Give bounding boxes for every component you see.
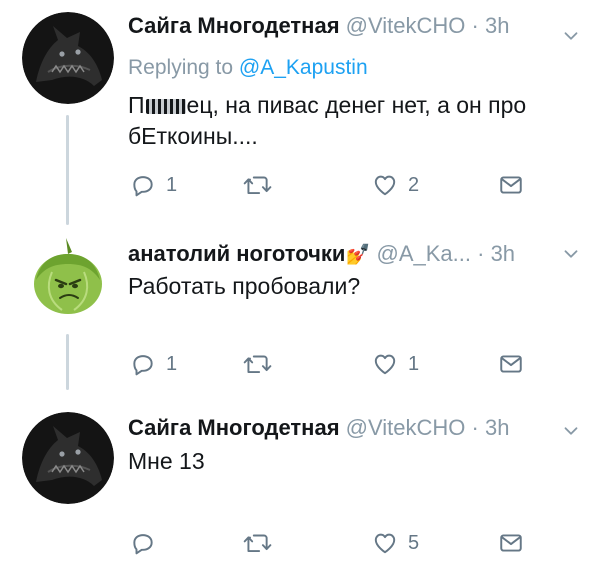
timestamp[interactable]: 3h bbox=[491, 241, 515, 266]
timestamp[interactable]: 3h bbox=[485, 13, 509, 38]
reply-count: 1 bbox=[166, 173, 178, 196]
dm-action[interactable] bbox=[498, 351, 524, 377]
author-name[interactable]: Сайга Многодетная bbox=[128, 13, 340, 38]
tweet-header: Сайга Многодетная @VitekCHO · 3h bbox=[128, 12, 509, 40]
cabbage-avatar-icon bbox=[22, 232, 114, 324]
dm-icon bbox=[498, 351, 524, 377]
censored-word bbox=[145, 99, 186, 114]
chevron-down-icon[interactable] bbox=[560, 25, 582, 47]
dm-icon bbox=[498, 172, 524, 198]
tweet-text-line2: бЕткоины.... bbox=[128, 123, 258, 149]
heart-icon bbox=[372, 172, 398, 198]
retweet-icon bbox=[242, 530, 272, 556]
reply-action[interactable]: 1 bbox=[130, 172, 177, 198]
reply-icon bbox=[130, 530, 156, 556]
thread-line bbox=[66, 115, 69, 225]
tweet-text: Пец, на пивас денег нет, а он про бЕткои… bbox=[128, 90, 588, 152]
avatar[interactable] bbox=[22, 12, 114, 104]
separator: · bbox=[471, 13, 479, 38]
like-count: 5 bbox=[408, 531, 420, 554]
tweet-text-rest: ец, на пивас денег нет, а он про bbox=[186, 92, 527, 118]
like-count: 2 bbox=[408, 173, 420, 196]
dm-icon bbox=[498, 530, 524, 556]
author-handle[interactable]: @VitekCHO bbox=[346, 13, 466, 38]
author-handle[interactable]: @A_Ka... bbox=[376, 241, 471, 266]
tweet-header: Сайга Многодетная @VitekCHO · 3h bbox=[128, 414, 509, 442]
nail-polish-emoji: 💅 bbox=[345, 244, 371, 266]
reply-icon bbox=[130, 351, 156, 377]
avatar[interactable] bbox=[22, 232, 114, 324]
like-action[interactable]: 5 bbox=[372, 530, 419, 556]
like-count: 1 bbox=[408, 352, 420, 375]
avatar[interactable] bbox=[22, 412, 114, 504]
tweet-text: Работать пробовали? bbox=[128, 273, 361, 299]
retweet-icon bbox=[242, 172, 272, 198]
reply-action[interactable] bbox=[130, 530, 166, 556]
reply-icon bbox=[130, 172, 156, 198]
reply-count: 1 bbox=[166, 352, 178, 375]
heart-icon bbox=[372, 351, 398, 377]
replying-to: Replying to @A_Kapustin bbox=[128, 56, 368, 80]
author-handle[interactable]: @VitekCHO bbox=[346, 415, 466, 440]
retweet-icon bbox=[242, 351, 272, 377]
replying-to-mention[interactable]: @A_Kapustin bbox=[239, 56, 368, 79]
retweet-action[interactable] bbox=[242, 530, 282, 556]
thread-line bbox=[66, 334, 69, 390]
separator: · bbox=[477, 241, 485, 266]
timestamp[interactable]: 3h bbox=[485, 415, 509, 440]
like-action[interactable]: 1 bbox=[372, 351, 419, 377]
dm-action[interactable] bbox=[498, 172, 524, 198]
like-action[interactable]: 2 bbox=[372, 172, 419, 198]
replying-to-label: Replying to bbox=[128, 56, 234, 79]
tweet-text-start: П bbox=[128, 92, 145, 118]
wolf-avatar-icon bbox=[22, 412, 114, 504]
tweet-header: анатолий ноготочки💅 @A_Ka... · 3h bbox=[128, 240, 515, 269]
heart-icon bbox=[372, 530, 398, 556]
dm-action[interactable] bbox=[498, 530, 524, 556]
retweet-action[interactable] bbox=[242, 172, 282, 198]
reply-action[interactable]: 1 bbox=[130, 351, 177, 377]
tweet-text: Мне 13 bbox=[128, 448, 205, 474]
author-name[interactable]: анатолий ноготочки bbox=[128, 241, 345, 266]
wolf-avatar-icon bbox=[22, 12, 114, 104]
chevron-down-icon[interactable] bbox=[560, 243, 582, 265]
author-name[interactable]: Сайга Многодетная bbox=[128, 415, 340, 440]
separator: · bbox=[471, 415, 479, 440]
retweet-action[interactable] bbox=[242, 351, 282, 377]
chevron-down-icon[interactable] bbox=[560, 420, 582, 442]
